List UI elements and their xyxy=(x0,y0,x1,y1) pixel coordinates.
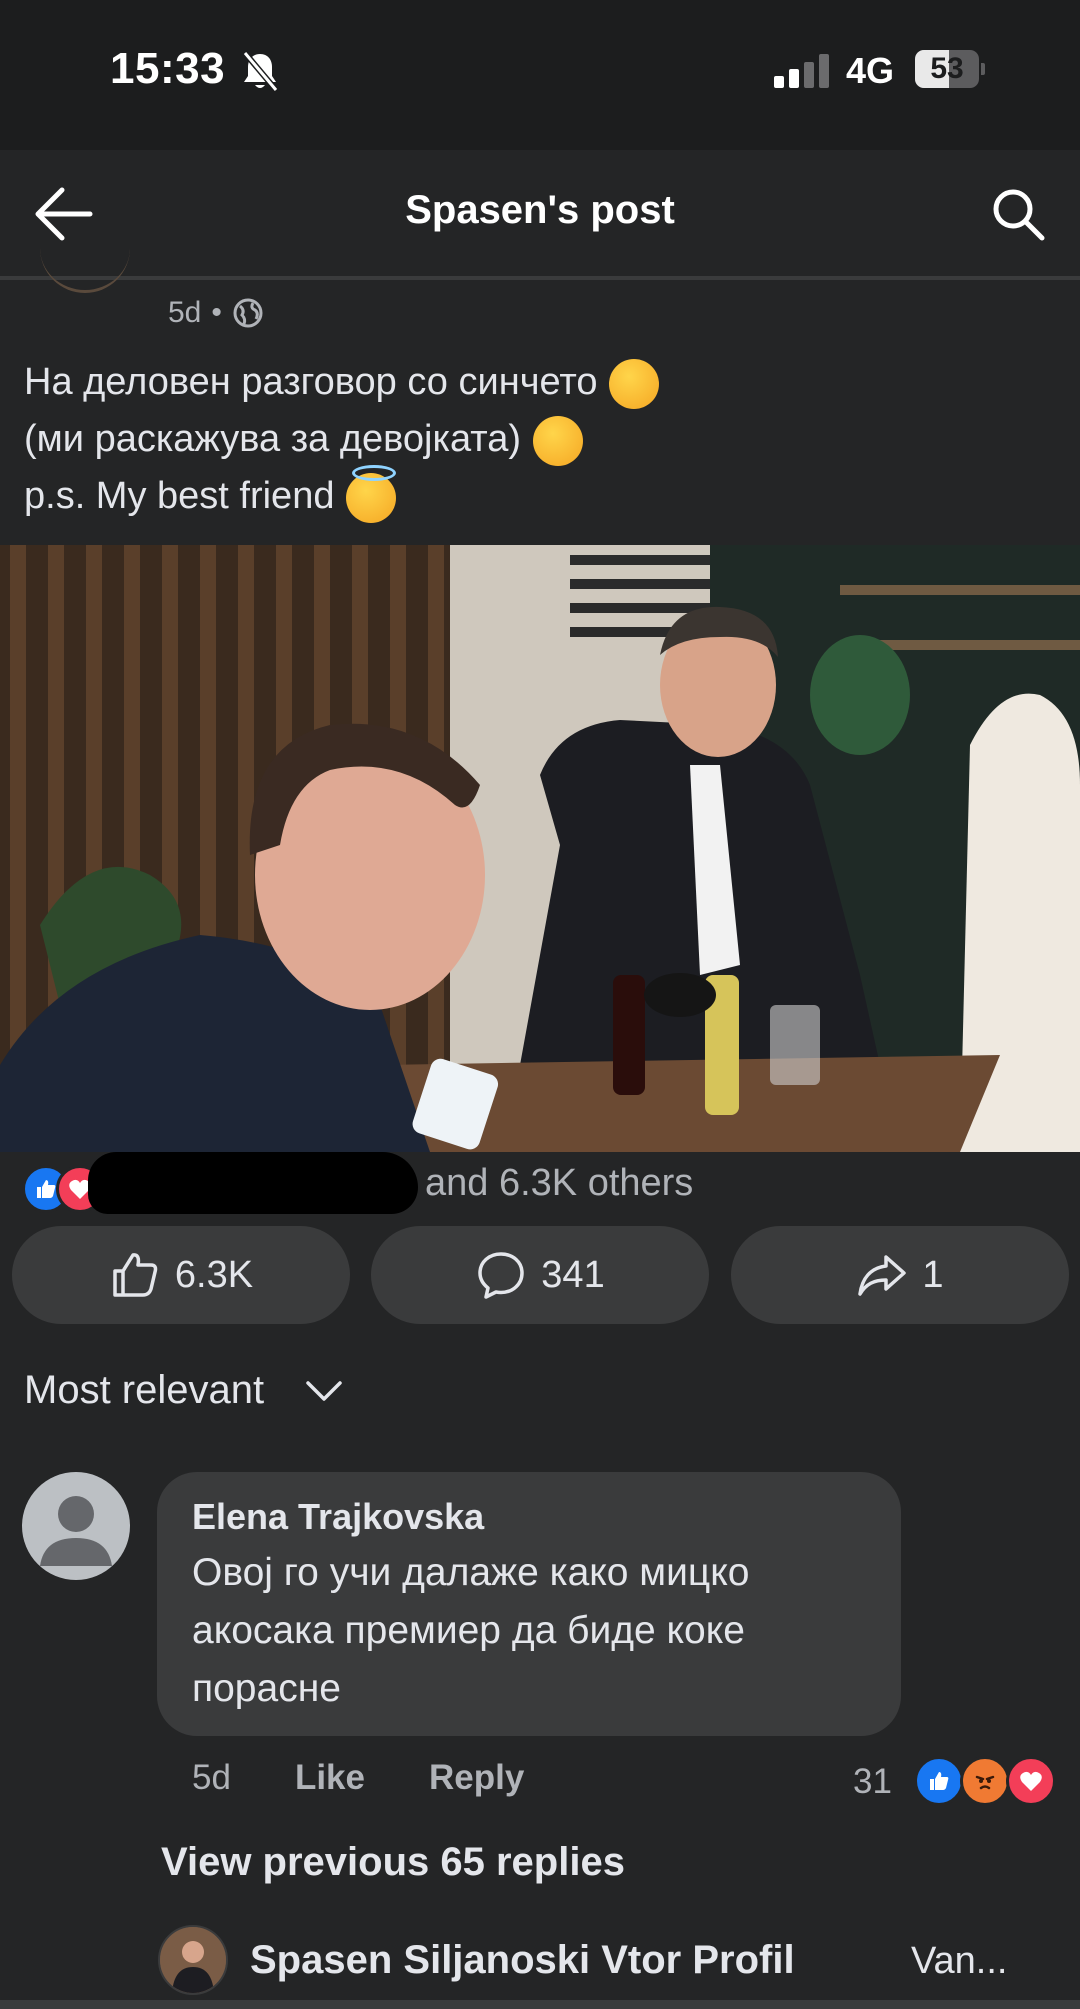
page-title: Spasen's post xyxy=(405,188,675,232)
commenter-name[interactable]: Elena Trajkovska xyxy=(192,1496,484,1538)
globe-icon xyxy=(233,298,263,328)
comment-reaction-count[interactable]: 31 xyxy=(853,1762,892,1802)
love-reaction-icon xyxy=(1006,1756,1056,1806)
post-line-2: (ми раскажува за девојката) xyxy=(24,418,522,460)
status-time: 15:33 xyxy=(110,44,226,93)
comment-count: 341 xyxy=(541,1253,605,1296)
status-bar: 15:33 4G 53 xyxy=(0,0,1080,150)
post-line-1: На деловен разговор со синчето xyxy=(24,361,598,403)
chevron-down-icon xyxy=(306,1380,342,1401)
comment-actions: 5d Like Reply xyxy=(192,1758,524,1798)
share-count: 1 xyxy=(922,1253,944,1296)
reactions-others-text[interactable]: and 6.3K others xyxy=(425,1162,693,1205)
reply-author-name[interactable]: Spasen Siljanoski Vtor Profil xyxy=(250,1938,795,1983)
comment-icon xyxy=(478,1252,525,1299)
bottom-divider xyxy=(0,2000,1080,2009)
winking-face-emoji xyxy=(609,358,660,409)
post-meta: 5d • xyxy=(168,296,264,330)
sort-label: Most relevant xyxy=(24,1368,265,1412)
reply-author-avatar[interactable] xyxy=(158,1925,228,1995)
separator-dot: • xyxy=(211,296,222,329)
view-previous-replies-link[interactable]: View previous 65 replies xyxy=(161,1840,625,1885)
thumbs-up-icon xyxy=(113,1253,158,1297)
reply-snippet[interactable]: Van... xyxy=(911,1940,1007,1983)
post-time: 5d xyxy=(168,296,202,329)
angry-reaction-icon xyxy=(960,1756,1010,1806)
redacted-names xyxy=(88,1152,418,1214)
bell-muted-icon xyxy=(242,51,279,92)
like-count: 6.3K xyxy=(174,1253,254,1296)
search-icon[interactable] xyxy=(990,186,1046,242)
post-line-3: p.s. My best friend xyxy=(24,475,335,517)
commenter-avatar[interactable] xyxy=(22,1472,130,1580)
battery-level: 53 xyxy=(930,52,964,85)
battery-icon: 53 xyxy=(915,50,985,88)
like-reaction-icon xyxy=(914,1756,964,1806)
network-type: 4G xyxy=(846,50,895,91)
comment-text: Овој го учи далаже како мицко акосака пр… xyxy=(192,1551,750,1710)
like-button[interactable]: 6.3K xyxy=(12,1226,350,1324)
comment-reply-button[interactable]: Reply xyxy=(429,1758,524,1798)
share-arrow-icon xyxy=(858,1255,907,1296)
share-button[interactable]: 1 xyxy=(731,1226,1069,1324)
post-text: На деловен разговор со синчето (ми раска… xyxy=(24,354,1044,525)
author-avatar[interactable] xyxy=(40,240,130,293)
comment-time: 5d xyxy=(192,1758,231,1797)
signal-icon xyxy=(774,54,829,88)
comment-like-button[interactable]: Like xyxy=(295,1758,365,1798)
comment-button[interactable]: 341 xyxy=(371,1226,709,1324)
post-photo[interactable] xyxy=(0,545,1080,1152)
halo-face-emoji xyxy=(346,464,397,523)
comment-sort-dropdown[interactable]: Most relevant xyxy=(24,1368,344,1413)
comment-reactions[interactable] xyxy=(914,1756,1056,1806)
shushing-face-emoji xyxy=(533,415,584,466)
